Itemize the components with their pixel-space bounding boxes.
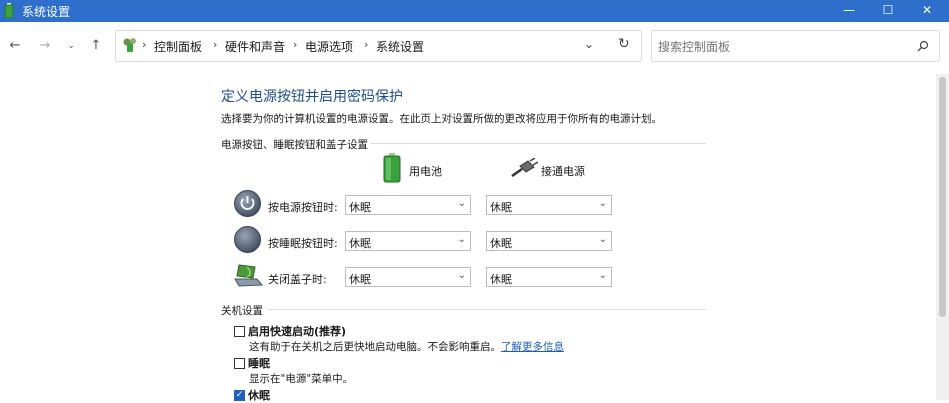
- breadcrumb-separator-icon: ›: [142, 38, 147, 51]
- section-divider: [268, 309, 706, 310]
- chevron-down-icon: ⌄: [598, 198, 607, 209]
- page-title: 定义电源按钮并启用密码保护: [221, 89, 403, 105]
- chevron-down-icon: ⌄: [457, 198, 466, 209]
- battery-column-header: 用电池: [409, 165, 442, 178]
- sleep-button-icon: [234, 226, 261, 253]
- search-icon[interactable]: [917, 40, 929, 52]
- power-plug-icon: [511, 158, 538, 178]
- title-bar: 系统设置 — ☐ ✕: [0, 0, 949, 22]
- power-button-plugged-select[interactable]: 休眠 ⌄: [486, 195, 612, 215]
- address-bar[interactable]: › 控制面板 › 硬件和声音 › 电源选项 › 系统设置 ⌄ ↻: [115, 30, 642, 62]
- fast-startup-label[interactable]: 启用快速启动(推荐): [248, 323, 346, 339]
- search-input[interactable]: 搜索控制面板: [658, 38, 730, 55]
- breadcrumb-system-settings[interactable]: 系统设置: [376, 38, 424, 55]
- breadcrumb-separator-icon: ›: [293, 38, 298, 51]
- section-divider: [370, 143, 706, 144]
- sleep-option-label[interactable]: 睡眠: [248, 355, 270, 371]
- breadcrumb-separator-icon: ›: [213, 38, 218, 51]
- laptop-lid-icon: [234, 264, 263, 287]
- sleep-button-label: 按睡眠按钮时:: [268, 237, 338, 250]
- power-button-icon: [234, 190, 261, 217]
- window-title: 系统设置: [22, 5, 71, 19]
- breadcrumb-separator-icon: ›: [364, 38, 369, 51]
- breadcrumb-control-panel[interactable]: 控制面板: [154, 38, 202, 55]
- chevron-down-icon: ⌄: [457, 234, 466, 245]
- sleep-option-description: 显示在"电源"菜单中。: [249, 373, 354, 385]
- fast-startup-checkbox[interactable]: [234, 326, 245, 337]
- breadcrumb-power-options[interactable]: 电源选项: [305, 38, 353, 55]
- chevron-down-icon: ⌄: [598, 270, 607, 281]
- minimize-button[interactable]: —: [831, 0, 867, 22]
- power-button-label: 按电源按钮时:: [268, 201, 338, 214]
- sleep-button-battery-select[interactable]: 休眠 ⌄: [345, 231, 471, 251]
- fast-startup-description: 这有助于在关机之后更快地启动电脑。不会影响重启。了解更多信息: [249, 341, 564, 353]
- section-title-shutdown: 关机设置: [221, 305, 263, 317]
- chevron-down-icon: ⌄: [457, 270, 466, 281]
- lid-close-battery-select[interactable]: 休眠 ⌄: [345, 267, 471, 287]
- sleep-checkbox[interactable]: [234, 358, 245, 369]
- up-arrow-icon[interactable]: ↑: [87, 38, 105, 54]
- refresh-icon[interactable]: ↻: [618, 36, 630, 52]
- close-button[interactable]: ✕: [909, 0, 945, 22]
- lid-close-plugged-select[interactable]: 休眠 ⌄: [486, 267, 612, 287]
- recent-locations-chevron-icon[interactable]: ⌄: [62, 38, 80, 54]
- maximize-button[interactable]: ☐: [870, 0, 906, 22]
- power-button-battery-select[interactable]: 休眠 ⌄: [345, 195, 471, 215]
- control-panel-icon: [123, 38, 136, 52]
- search-box[interactable]: 搜索控制面板: [651, 30, 940, 62]
- battery-icon: [383, 153, 401, 183]
- hibernate-option-label[interactable]: 休眠: [248, 387, 270, 403]
- scrollbar-thumb[interactable]: [939, 77, 946, 317]
- lid-close-label: 关闭盖子时:: [268, 273, 327, 286]
- breadcrumb-hardware-sound[interactable]: 硬件和声音: [225, 38, 285, 55]
- battery-app-icon: [4, 3, 14, 18]
- forward-arrow-icon[interactable]: →: [36, 38, 54, 54]
- address-dropdown-chevron-icon[interactable]: ⌄: [584, 37, 594, 51]
- learn-more-link[interactable]: 了解更多信息: [501, 341, 564, 353]
- chevron-down-icon: ⌄: [598, 234, 607, 245]
- sleep-button-plugged-select[interactable]: 休眠 ⌄: [486, 231, 612, 251]
- back-arrow-icon[interactable]: ←: [6, 38, 24, 54]
- section-title-buttons: 电源按钮、睡眠按钮和盖子设置: [221, 139, 368, 151]
- hibernate-checkbox[interactable]: ✓: [234, 390, 245, 401]
- plugged-in-column-header: 接通电源: [541, 165, 585, 178]
- page-description: 选择要为你的计算机设置的电源设置。在此页上对设置所做的更改将应用于你所有的电源计…: [221, 113, 662, 125]
